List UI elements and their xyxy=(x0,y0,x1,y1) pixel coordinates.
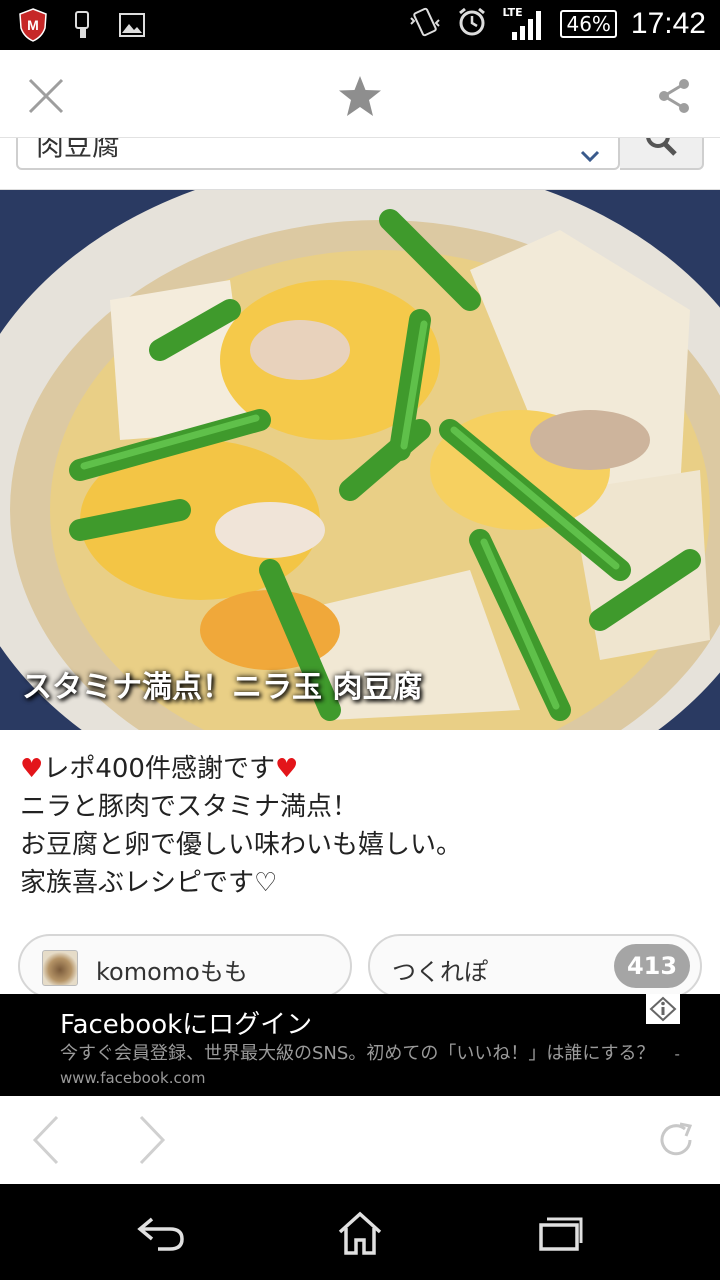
recipe-description: ♥レポ400件感謝です♥ ニラと豚肉でスタミナ満点！ お豆腐と卵で優しい味わいも… xyxy=(20,750,700,902)
image-notification-icon xyxy=(118,12,146,42)
heart-icon: ♥ xyxy=(274,754,299,784)
description-line-4: 家族喜ぶレシピです♡ xyxy=(20,868,278,898)
ad-title: Facebookにログイン xyxy=(60,1010,313,1040)
ad-info-icon xyxy=(649,996,677,1022)
mcafee-shield-icon: M xyxy=(18,8,48,46)
ad-banner[interactable]: Facebookにログイン 今すぐ会員登録、世界最大級のSNS。初めての「いいね… xyxy=(0,994,720,1096)
vibrate-icon xyxy=(408,6,442,42)
search-icon xyxy=(646,138,677,156)
close-button[interactable] xyxy=(22,72,70,120)
avatar xyxy=(42,950,78,986)
description-line: ♥レポ400件感謝です♥ xyxy=(20,750,700,788)
tsukurepo-label: つくれぽ xyxy=(392,958,488,986)
ad-choices-button[interactable] xyxy=(646,994,680,1024)
reload-icon xyxy=(660,1122,693,1156)
clock: 17:42 xyxy=(630,7,706,40)
signal-strength-icon: LTE xyxy=(502,6,546,42)
search-button[interactable] xyxy=(620,138,704,170)
food-illustration xyxy=(0,190,720,730)
star-icon xyxy=(339,76,381,116)
heart-icon: ♥ xyxy=(20,754,44,784)
author-name: komomoもも xyxy=(96,958,248,986)
tsukurepo-count-badge: 413 xyxy=(614,944,690,988)
search-input[interactable]: 肉豆腐 xyxy=(16,138,620,170)
close-icon xyxy=(28,78,64,114)
battery-indicator: 46% xyxy=(560,10,617,38)
back-button[interactable] xyxy=(20,1114,72,1166)
browser-navigation xyxy=(0,1096,720,1184)
share-icon xyxy=(659,79,689,113)
tsukurepo-button[interactable]: つくれぽ 413 xyxy=(368,934,702,998)
back-arrow-icon xyxy=(137,1217,184,1251)
top-toolbar xyxy=(0,50,720,138)
forward-button[interactable] xyxy=(126,1114,178,1166)
system-recents-button[interactable] xyxy=(534,1206,588,1260)
status-bar: M LTE 46% 17:42 xyxy=(0,0,720,50)
ad-body: 今すぐ会員登録、世界最大級のSNS。初めての「いいね！」は誰にする？ - www.… xyxy=(60,1042,680,1090)
description-line-1: レポ400件感謝です xyxy=(43,754,275,784)
chevron-right-icon xyxy=(139,1115,166,1165)
ad-text: 今すぐ会員登録、世界最大級のSNS。初めての「いいね！」は誰にする？ xyxy=(60,1043,655,1064)
share-button[interactable] xyxy=(650,72,698,120)
alarm-clock-icon xyxy=(456,6,488,42)
system-back-button[interactable] xyxy=(134,1206,188,1260)
search-bar: 肉豆腐 xyxy=(0,138,720,190)
favorite-button[interactable] xyxy=(336,72,384,120)
home-icon xyxy=(338,1211,382,1255)
description-line-3: お豆腐と卵で優しい味わいも嬉しい。 xyxy=(20,830,463,860)
author-button[interactable]: komomoもも xyxy=(18,934,352,998)
chevron-left-icon xyxy=(32,1115,59,1165)
system-navigation-bar xyxy=(0,1184,720,1280)
recent-apps-icon xyxy=(539,1217,583,1251)
svg-text:M: M xyxy=(27,17,39,33)
usb-notification-icon xyxy=(72,10,94,44)
recipe-title: スタミナ満点！ニラ玉 肉豆腐 xyxy=(22,670,423,705)
recipe-photo[interactable]: スタミナ満点！ニラ玉 肉豆腐 xyxy=(0,190,720,730)
search-query: 肉豆腐 xyxy=(36,138,121,162)
reload-button[interactable] xyxy=(650,1114,702,1166)
chevron-down-icon xyxy=(580,150,600,163)
system-home-button[interactable] xyxy=(333,1206,387,1260)
description-line-2: ニラと豚肉でスタミナ満点！ xyxy=(20,792,359,822)
